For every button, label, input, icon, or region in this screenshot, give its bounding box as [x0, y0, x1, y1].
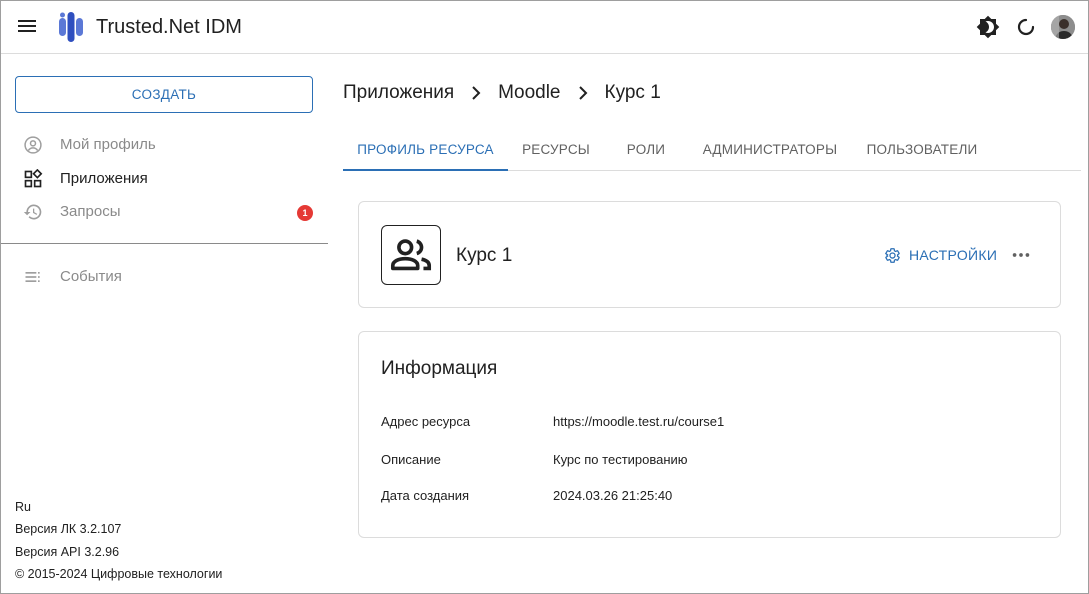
sidebar-item-label: Приложения: [60, 170, 148, 187]
sidebar-item-requests[interactable]: Запросы 1: [0, 196, 328, 228]
tab-users[interactable]: ПОЛЬЗОВАТЕЛИ: [852, 128, 992, 170]
chevron-right-icon: [578, 86, 587, 100]
info-label-address: Адрес ресурса: [381, 414, 471, 429]
resource-header-card: Курс 1 НАСТРОЙКИ: [358, 201, 1061, 308]
resource-avatar: [381, 225, 441, 285]
tab-administrators[interactable]: АДМИНИСТРАТОРЫ: [688, 128, 852, 170]
version-lk: Версия ЛК 3.2.107: [15, 522, 122, 536]
sidebar-item-my-profile[interactable]: Мой профиль: [0, 129, 328, 161]
resource-name: Курс 1: [456, 245, 513, 266]
theme-icon[interactable]: [976, 15, 1000, 39]
info-value-created: 2024.03.26 21:25:40: [553, 488, 673, 503]
sidebar-item-applications[interactable]: Приложения: [0, 163, 328, 195]
gear-icon: [885, 247, 900, 263]
info-value-description: Курс по тестированию: [553, 452, 688, 467]
sidebar-divider: [0, 243, 328, 244]
copyright: © 2015-2024 Цифровые технологии: [15, 567, 223, 581]
chevron-right-icon: [472, 86, 481, 100]
app-header: Trusted.Net IDM: [0, 0, 1089, 54]
info-title: Информация: [381, 358, 498, 379]
sidebar-item-label: Запросы: [60, 203, 121, 220]
menu-icon[interactable]: [18, 17, 42, 37]
info-value-address: https://moodle.test.ru/course1: [553, 414, 725, 429]
tabs: ПРОФИЛЬ РЕСУРСА РЕСУРСЫ РОЛИ АДМИНИСТРАТ…: [343, 128, 1081, 171]
more-horizontal-icon[interactable]: [1010, 244, 1032, 266]
breadcrumb-applications[interactable]: Приложения: [343, 82, 454, 104]
language-switch[interactable]: Ru: [15, 500, 31, 514]
info-label-created: Дата создания: [381, 488, 470, 503]
sidebar: СОЗДАТЬ Мой профиль Приложения Запросы 1: [0, 54, 328, 594]
breadcrumb: Приложения Moodle Курс 1: [343, 81, 661, 105]
sidebar-item-label: Мой профиль: [60, 136, 156, 153]
breadcrumb-moodle[interactable]: Moodle: [498, 82, 560, 104]
version-api: Версия API 3.2.96: [15, 545, 120, 559]
logo-icon: [59, 12, 83, 42]
list-icon: [25, 272, 40, 282]
group-icon: [390, 239, 432, 271]
settings-label: НАСТРОЙКИ: [909, 247, 998, 263]
tab-resource-profile[interactable]: ПРОФИЛЬ РЕСУРСА: [343, 128, 508, 171]
account-circle-icon: [24, 136, 42, 154]
avatar[interactable]: [1051, 15, 1075, 39]
create-button[interactable]: СОЗДАТЬ: [15, 76, 313, 113]
tab-roles[interactable]: РОЛИ: [604, 128, 688, 170]
app-title: Trusted.Net IDM: [96, 16, 242, 38]
sidebar-item-events[interactable]: События: [0, 261, 328, 293]
info-label-description: Описание: [381, 452, 441, 467]
breadcrumb-current: Курс 1: [604, 82, 661, 103]
sidebar-item-label: События: [60, 268, 122, 285]
apps-icon: [24, 169, 43, 188]
settings-button[interactable]: НАСТРОЙКИ: [884, 245, 997, 265]
refresh-icon[interactable]: [1014, 15, 1038, 39]
requests-count-badge: 1: [297, 205, 313, 221]
tab-resources[interactable]: РЕСУРСЫ: [508, 128, 604, 170]
history-icon: [23, 204, 42, 220]
info-card: Информация Адрес ресурса https://moodle.…: [358, 331, 1061, 538]
